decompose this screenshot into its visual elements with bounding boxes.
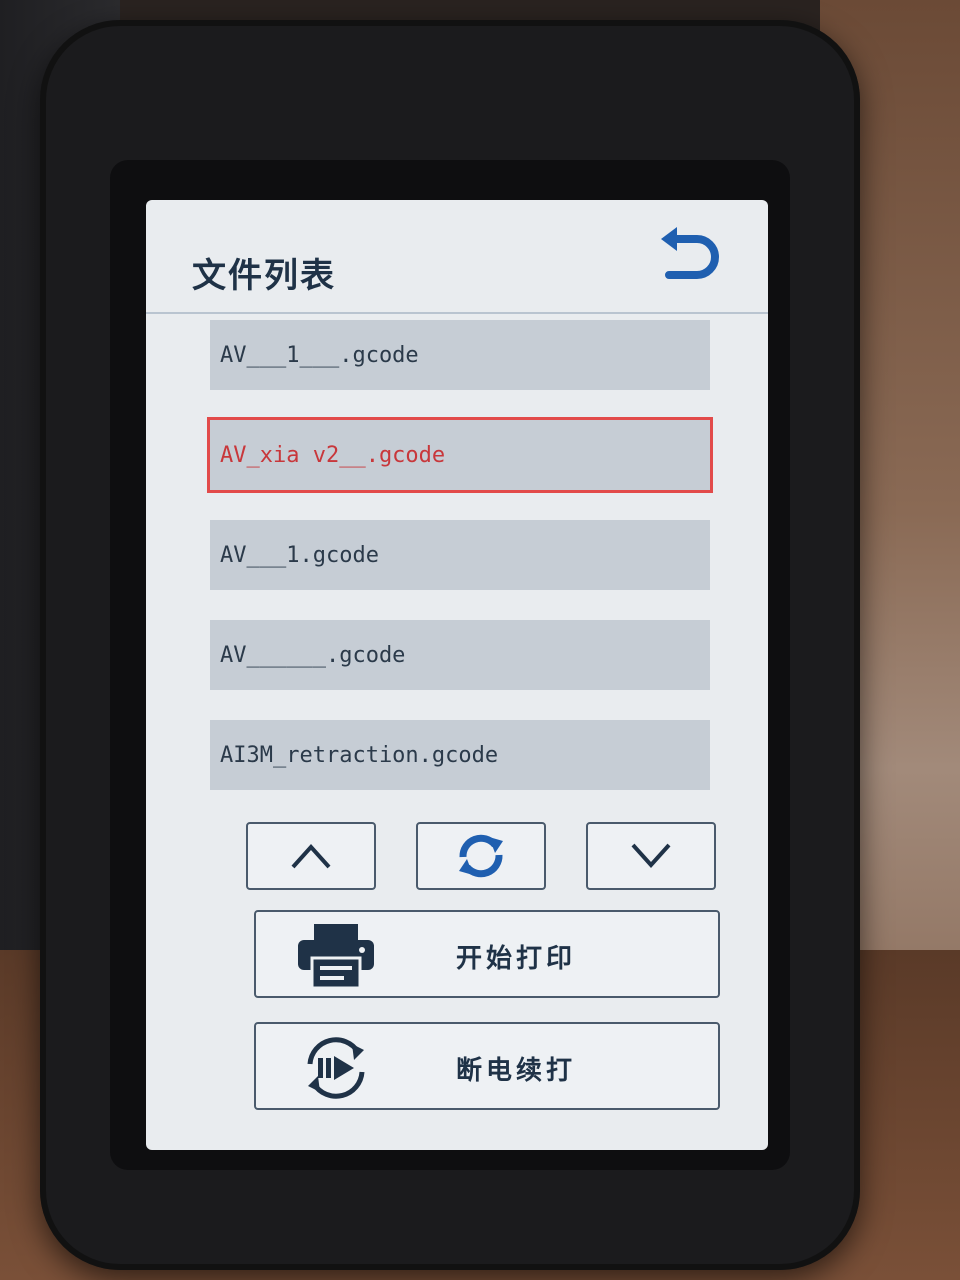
file-item[interactable]: AI3M_retraction.gcode (210, 720, 710, 790)
file-name: AV___1.gcode (220, 542, 379, 568)
refresh-button[interactable] (416, 822, 546, 890)
chevron-up-icon (291, 844, 331, 869)
start-print-button[interactable]: 开始打印 (254, 910, 720, 998)
start-print-label: 开始打印 (456, 944, 577, 974)
chevron-down-icon (631, 843, 671, 868)
back-button[interactable] (648, 218, 728, 288)
file-name: AI3M_retraction.gcode (220, 742, 499, 768)
page-title: 文件列表 (192, 256, 336, 296)
navigation-row (246, 822, 716, 894)
header: 文件列表 (146, 200, 768, 314)
file-item-selected[interactable]: AV_xia v2__.gcode (207, 417, 713, 493)
file-name: AV______.gcode (220, 642, 406, 668)
file-name: AV___1___.gcode (220, 342, 419, 368)
return-icon (661, 227, 719, 279)
touch-screen: 文件列表 AV___1___.gcode AV_xia v2__.gcode A… (146, 200, 768, 1150)
file-name: AV_xia v2__.gcode (220, 442, 446, 468)
printer-icon (296, 922, 376, 990)
scroll-up-button[interactable] (246, 822, 376, 890)
file-item[interactable]: AV___1___.gcode (210, 320, 710, 390)
scroll-down-button[interactable] (586, 822, 716, 890)
resume-print-label: 断电续打 (456, 1056, 577, 1086)
refresh-icon (459, 834, 503, 878)
resume-icon (296, 1034, 376, 1102)
file-list: AV___1___.gcode AV_xia v2__.gcode AV___1… (207, 320, 713, 820)
resume-print-button[interactable]: 断电续打 (254, 1022, 720, 1110)
file-item[interactable]: AV______.gcode (210, 620, 710, 690)
file-item[interactable]: AV___1.gcode (210, 520, 710, 590)
